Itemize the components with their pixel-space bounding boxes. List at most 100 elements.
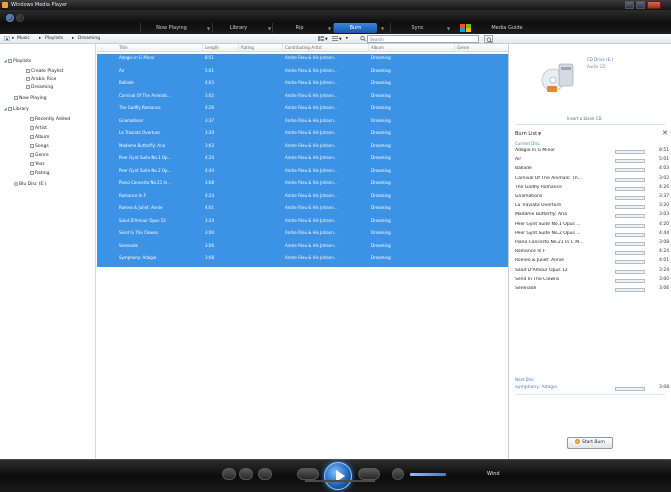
sidebar-item-genre[interactable]: Genre	[30, 153, 49, 158]
breadcrumb-playlists[interactable]: Playlists	[45, 36, 63, 41]
burn-list-item[interactable]: Romance In F 4:24	[515, 249, 671, 257]
track-row[interactable]: Carnival Of The Animals... 3:02 Andre Rieu…	[97, 92, 508, 100]
track-row[interactable]: Adagio In G Minor 8:51 Andre Rieu & His Jo…	[97, 54, 508, 62]
search-scope-icon[interactable]	[360, 36, 366, 41]
track-row[interactable]: Romance In F 4:24 Andre Rieu & His Johann.…	[97, 192, 508, 200]
burn-list-item[interactable]: Carnival Of The Animals: Th... 3:02	[515, 176, 671, 184]
track-row[interactable]: Peer Gynt Suite No.2 Op... 4:44 Andre Rieu…	[97, 167, 508, 175]
track-row[interactable]: La Traviata Overture 3:20 Andre Rieu & His…	[97, 129, 508, 137]
burn-list-item[interactable]: Ballade 4:03	[515, 166, 671, 174]
track-row[interactable]: Air 5:01 Andre Rieu & His Johann... Dreamin…	[97, 67, 508, 75]
column-header-title[interactable]: Title	[117, 44, 203, 52]
sidebar-item-create-playlist[interactable]: Create Playlist	[26, 69, 63, 74]
column-header-length[interactable]: Length	[203, 44, 239, 52]
burn-list-item[interactable]: Romeo & Juliet: Annie 4:01	[515, 258, 671, 266]
sidebar-item-artist[interactable]: Artist	[30, 126, 47, 131]
maximize-button[interactable]	[636, 1, 645, 9]
sidebar-item-rating[interactable]: Rating	[30, 171, 50, 176]
burn-list-item[interactable]: Symphony: Adagio 3:08	[515, 385, 671, 393]
clear-list-icon[interactable]: ✕	[662, 129, 668, 137]
mute-button[interactable]	[392, 468, 404, 480]
burn-list-item[interactable]: Adagio In G Minor 8:51	[515, 148, 671, 156]
sidebar-item-recently-added[interactable]: Recently Added	[30, 117, 70, 122]
sidebar-item-library[interactable]: ◢ Library	[4, 107, 29, 112]
next-button[interactable]	[358, 468, 380, 480]
forward-button[interactable]	[16, 14, 24, 22]
burn-progress-bar	[615, 288, 645, 292]
sidebar-item-year[interactable]: Year	[30, 162, 45, 167]
track-row[interactable]: Madame Butterfly: Aria 3:03 Andre Rieu & H…	[97, 142, 508, 150]
burn-list-item[interactable]: Peer Gynt Suite No.1 Opus ... 4:20	[515, 222, 671, 230]
back-button[interactable]	[6, 14, 14, 22]
repeat-button[interactable]	[239, 468, 253, 480]
track-row[interactable]: Gnamations 3:37 Andre Rieu & His Johann...…	[97, 117, 508, 125]
burn-list-item[interactable]: Madame Butterfly: Aria 3:03	[515, 212, 671, 220]
tab-rip[interactable]: Rip	[272, 23, 326, 33]
sync-menu-arrow-icon[interactable]: ▼	[447, 26, 450, 31]
search-button[interactable]	[484, 35, 493, 43]
track-row[interactable]: Send In The Clowns 3:00 Andre Rieu & His J…	[97, 229, 508, 237]
sidebar-item-playlists[interactable]: ◢ Playlists	[4, 59, 31, 64]
sidebar-item-dreaming[interactable]: Dreaming	[26, 85, 53, 90]
sidebar-item-songs[interactable]: Songs	[30, 144, 49, 149]
track-artist: Andre Rieu & His Johann...	[285, 167, 338, 173]
close-button[interactable]	[647, 1, 661, 9]
sidebar-item-now-playing[interactable]: Now Playing	[14, 96, 47, 101]
tab-media-guide[interactable]: Media Guide	[476, 23, 538, 33]
track-row[interactable]: Salut D'Amour Opus 12 3:24 Andre Rieu & Hi…	[97, 217, 508, 225]
burn-list-item[interactable]: Air 5:01	[515, 157, 671, 165]
search-input[interactable]	[367, 35, 479, 43]
minimize-button[interactable]	[625, 1, 634, 9]
track-row[interactable]: Romeo & Juliet: Annie 4:01 Andre Rieu & Hi…	[97, 204, 508, 212]
burn-list-menu-arrow-icon[interactable]: ▼	[538, 131, 541, 136]
track-row[interactable]: Serenade 3:06 Andre Rieu & His Johann... Dr…	[97, 242, 508, 250]
burn-progress-bar	[615, 223, 645, 228]
breadcrumb-music[interactable]: Music	[17, 36, 30, 41]
column-header-genre[interactable]: Genre	[455, 44, 508, 52]
column-header-artist[interactable]: Contributing Artist	[283, 44, 369, 52]
track-row[interactable]: The Gadfly Romance 4:26 Andre Rieu & His J…	[97, 104, 508, 112]
stop-button[interactable]	[258, 468, 272, 480]
burn-list-item[interactable]: Piano Concerto No.21 In C M... 3:08	[515, 240, 671, 248]
view-options-icon[interactable]	[332, 36, 338, 41]
tab-library[interactable]: Library	[212, 23, 264, 33]
layout-options-arrow-icon[interactable]: ▼	[325, 37, 328, 41]
start-burn-button[interactable]: Start Burn	[567, 437, 613, 449]
tab-burn[interactable]: Burn	[333, 23, 377, 33]
burn-list-item[interactable]: Gnamations 3:37	[515, 194, 671, 202]
track-row[interactable]: Ballade 4:03 Andre Rieu & His Johann... Dre…	[97, 79, 508, 87]
burn-list-title[interactable]: Burn List	[515, 131, 537, 137]
device-name[interactable]: CD Drive (E:)	[587, 57, 613, 62]
burn-list-item[interactable]: La Traviata Overture 3:20	[515, 203, 671, 211]
track-row[interactable]: Piano Concerto No.21 In... 3:08 Andre Rieu…	[97, 179, 508, 187]
layout-options-icon[interactable]	[318, 36, 324, 41]
sidebar-item-album[interactable]: Album	[30, 135, 49, 140]
shuffle-button[interactable]	[222, 468, 236, 480]
now-playing-menu-arrow-icon[interactable]: ▼	[207, 26, 210, 31]
tab-now-playing[interactable]: Now Playing	[140, 23, 202, 33]
track-row[interactable]: Peer Gynt Suite No.1 Op... 4:20 Andre Rieu…	[97, 154, 508, 162]
rip-menu-arrow-icon[interactable]: ▼	[328, 26, 331, 31]
burn-list-item[interactable]: Peer Gynt Suite No.2 Opus ... 4:44	[515, 231, 671, 239]
track-artist: Andre Rieu & His Johann...	[285, 105, 338, 110]
seek-bar[interactable]	[305, 480, 375, 482]
sidebar-item-arabic-rice[interactable]: Arabic Rice	[26, 77, 56, 82]
burn-list-item[interactable]: The Gadfly Romance 4:26	[515, 185, 671, 193]
breadcrumb-dreaming[interactable]: Dreaming	[78, 36, 100, 41]
play-button[interactable]	[324, 462, 352, 490]
view-options-arrow-icon[interactable]: ▼	[339, 37, 342, 41]
playlist-icon	[26, 85, 30, 89]
tab-sync[interactable]: Sync	[390, 23, 444, 33]
track-list: Title Length Rating Contributing Artist …	[97, 44, 508, 459]
burn-list-item[interactable]: Salut D'Amour Opus 12 3:24	[515, 268, 671, 276]
burn-list-item[interactable]: Send In The Clowns 3:00	[515, 277, 671, 285]
track-row[interactable]: Symphony: Adagio 3:08 Andre Rieu & His Joh…	[97, 254, 508, 262]
library-menu-arrow-icon[interactable]: ▼	[268, 26, 271, 31]
volume-slider[interactable]	[410, 473, 446, 476]
column-header-album[interactable]: Album	[369, 44, 455, 52]
burn-menu-arrow-icon[interactable]: ▼	[381, 26, 384, 31]
column-header-rating[interactable]: Rating	[239, 44, 283, 52]
sidebar-item-disc[interactable]: Blu Disc (E:)	[14, 182, 46, 187]
burn-list-item[interactable]: Serenade 3:06	[515, 286, 671, 294]
previous-button[interactable]	[297, 468, 319, 480]
